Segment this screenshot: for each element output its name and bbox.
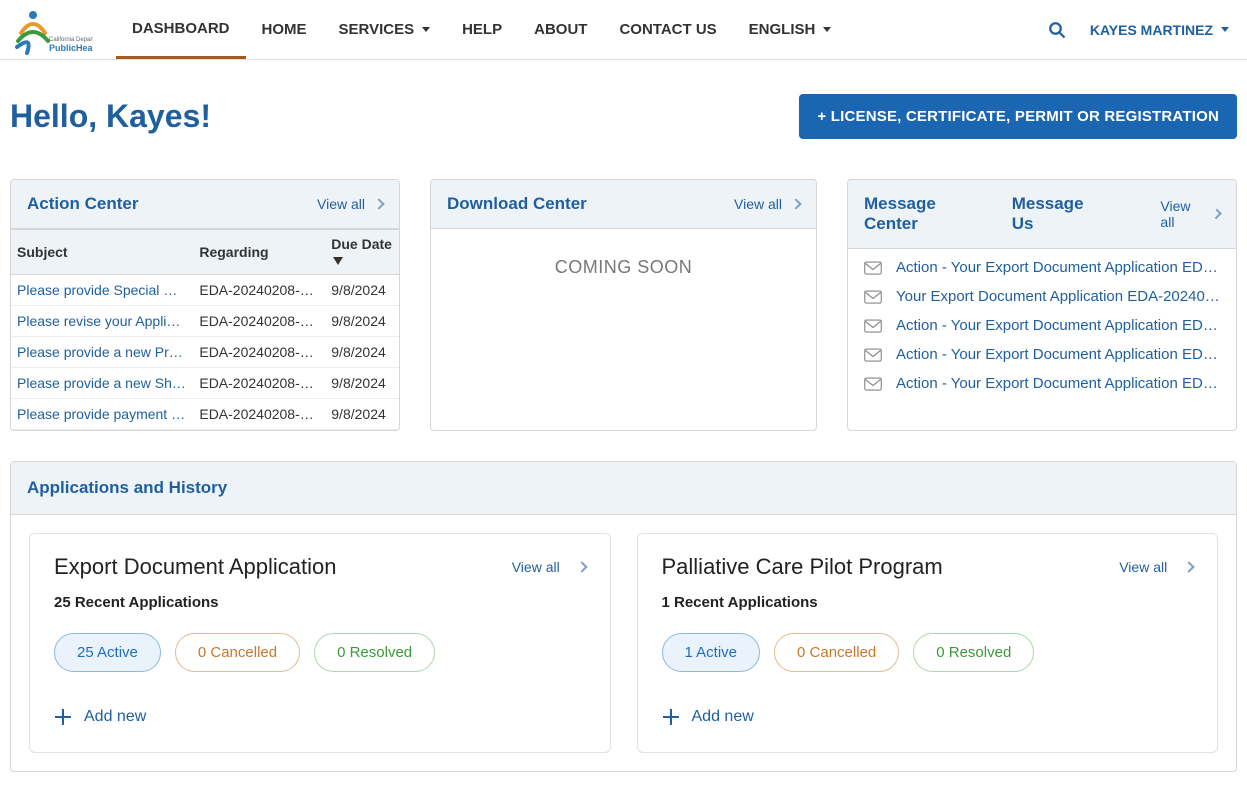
search-icon[interactable] xyxy=(1034,21,1080,39)
message-row[interactable]: Action - Your Export Document Applicatio… xyxy=(864,375,1220,392)
download-center-title: Download Center xyxy=(447,194,587,214)
nav-links: DASHBOARD HOME SERVICES HELP ABOUT CONTA… xyxy=(116,0,847,59)
plus-icon xyxy=(662,708,680,726)
pill-resolved[interactable]: 0 Resolved xyxy=(913,633,1034,672)
message-row[interactable]: Action - Your Export Document Applicatio… xyxy=(864,346,1220,363)
recent-count: 25 Recent Applications xyxy=(54,594,586,611)
application-card: Palliative Care Pilot Program View all 1 … xyxy=(637,533,1219,753)
action-due: 9/8/2024 xyxy=(325,368,399,399)
application-card: Export Document Application View all 25 R… xyxy=(29,533,611,753)
app-card-viewall[interactable]: View all xyxy=(512,559,586,575)
col-regarding[interactable]: Regarding xyxy=(193,230,325,275)
nav-contact[interactable]: CONTACT US xyxy=(603,0,732,59)
message-center-title[interactable]: Message Center xyxy=(864,194,982,234)
envelope-icon xyxy=(864,377,882,391)
table-row: Please provide Special Wor…EDA-20240208-… xyxy=(11,275,399,306)
pill-active[interactable]: 25 Active xyxy=(54,633,161,672)
envelope-icon xyxy=(864,319,882,333)
download-center-viewall[interactable]: View all xyxy=(734,196,800,212)
table-row: Please revise your Applicati…EDA-2024020… xyxy=(11,306,399,337)
action-center-card: Action Center View all Subject Regarding… xyxy=(10,179,400,431)
action-regarding: EDA-20240208-1743 xyxy=(193,368,325,399)
action-table: Subject Regarding Due Date Please provid… xyxy=(11,229,399,430)
download-placeholder: COMING SOON xyxy=(431,229,816,358)
applications-panel: Applications and History Export Document… xyxy=(10,461,1237,772)
caret-down-icon xyxy=(823,27,831,32)
caret-down-icon xyxy=(1221,27,1229,32)
table-row: Please provide a new Prod…EDA-20240208-1… xyxy=(11,337,399,368)
action-subject-link[interactable]: Please provide Special Wor… xyxy=(11,275,193,306)
top-nav: California Department of PublicHealth DA… xyxy=(0,0,1247,60)
action-subject-link[interactable]: Please provide payment for… xyxy=(11,399,193,430)
add-new-button[interactable]: Add new xyxy=(662,708,1194,726)
envelope-icon xyxy=(864,348,882,362)
page-title: Hello, Kayes! xyxy=(10,98,211,135)
chevron-right-icon xyxy=(373,198,384,209)
chevron-right-icon xyxy=(790,198,801,209)
app-card-viewall[interactable]: View all xyxy=(1119,559,1193,575)
action-center-viewall[interactable]: View all xyxy=(317,196,383,212)
user-menu[interactable]: KAYES MARTINEZ xyxy=(1080,22,1239,38)
message-row[interactable]: Your Export Document Application EDA-202… xyxy=(864,288,1220,305)
envelope-icon xyxy=(864,290,882,304)
nav-home[interactable]: HOME xyxy=(246,0,323,59)
message-link[interactable]: Action - Your Export Document Applicatio… xyxy=(896,317,1220,334)
nav-services[interactable]: SERVICES xyxy=(323,0,447,59)
app-card-title: Palliative Care Pilot Program xyxy=(662,554,943,580)
action-subject-link[interactable]: Please provide a new Prod… xyxy=(11,337,193,368)
chevron-right-icon xyxy=(1183,561,1194,572)
new-license-button[interactable]: + LICENSE, CERTIFICATE, PERMIT OR REGIST… xyxy=(799,94,1237,139)
message-link[interactable]: Action - Your Export Document Applicatio… xyxy=(896,375,1220,392)
col-subject[interactable]: Subject xyxy=(11,230,193,275)
logo[interactable]: California Department of PublicHealth xyxy=(8,2,98,57)
action-subject-link[interactable]: Please provide a new Shipp… xyxy=(11,368,193,399)
nav-about[interactable]: ABOUT xyxy=(518,0,603,59)
chevron-right-icon xyxy=(576,561,587,572)
hero: Hello, Kayes! + LICENSE, CERTIFICATE, PE… xyxy=(10,94,1237,139)
action-due: 9/8/2024 xyxy=(325,337,399,368)
action-regarding: EDA-20240208-1743 xyxy=(193,306,325,337)
action-due: 9/8/2024 xyxy=(325,399,399,430)
message-us-tab[interactable]: Message Us xyxy=(1012,194,1101,234)
pill-cancelled[interactable]: 0 Cancelled xyxy=(175,633,300,672)
plus-icon xyxy=(54,708,72,726)
nav-language[interactable]: ENGLISH xyxy=(733,0,848,59)
recent-count: 1 Recent Applications xyxy=(662,594,1194,611)
action-regarding: EDA-20240208-1743 xyxy=(193,275,325,306)
col-due[interactable]: Due Date xyxy=(325,230,399,275)
action-regarding: EDA-20240208-1743 xyxy=(193,337,325,368)
pill-active[interactable]: 1 Active xyxy=(662,633,761,672)
action-regarding: EDA-20240208-1743 xyxy=(193,399,325,430)
message-link[interactable]: Action - Your Export Document Applicatio… xyxy=(896,259,1220,276)
action-center-title: Action Center xyxy=(27,194,138,214)
pill-resolved[interactable]: 0 Resolved xyxy=(314,633,435,672)
message-center-viewall[interactable]: View all xyxy=(1160,198,1220,230)
applications-title: Applications and History xyxy=(11,462,1236,515)
envelope-icon xyxy=(864,261,882,275)
table-row: Please provide payment for…EDA-20240208-… xyxy=(11,399,399,430)
download-center-card: Download Center View all COMING SOON xyxy=(430,179,817,431)
user-name: KAYES MARTINEZ xyxy=(1090,22,1213,38)
app-card-title: Export Document Application xyxy=(54,554,337,580)
svg-text:PublicHealth: PublicHealth xyxy=(49,43,93,53)
message-link[interactable]: Your Export Document Application EDA-202… xyxy=(896,288,1220,305)
action-due: 9/8/2024 xyxy=(325,306,399,337)
action-due: 9/8/2024 xyxy=(325,275,399,306)
action-subject-link[interactable]: Please revise your Applicati… xyxy=(11,306,193,337)
message-row[interactable]: Action - Your Export Document Applicatio… xyxy=(864,259,1220,276)
message-link[interactable]: Action - Your Export Document Applicatio… xyxy=(896,346,1220,363)
sort-desc-icon xyxy=(333,257,343,265)
nav-dashboard[interactable]: DASHBOARD xyxy=(116,0,246,59)
pill-cancelled[interactable]: 0 Cancelled xyxy=(774,633,899,672)
chevron-right-icon xyxy=(1211,209,1222,220)
add-new-button[interactable]: Add new xyxy=(54,708,586,726)
message-center-card: Message Center Message Us View all Actio… xyxy=(847,179,1237,431)
message-row[interactable]: Action - Your Export Document Applicatio… xyxy=(864,317,1220,334)
caret-down-icon xyxy=(422,27,430,32)
table-row: Please provide a new Shipp…EDA-20240208-… xyxy=(11,368,399,399)
nav-help[interactable]: HELP xyxy=(446,0,518,59)
